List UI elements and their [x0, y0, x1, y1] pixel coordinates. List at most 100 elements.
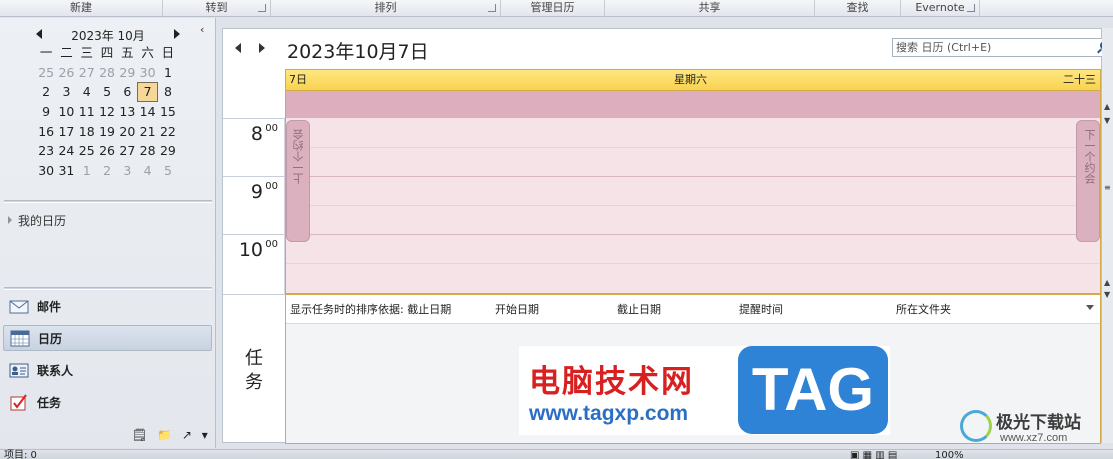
previous-appointment-button[interactable]: 上一个约会: [286, 120, 310, 242]
mini-calendar-day[interactable]: 23: [36, 141, 56, 161]
mini-calendar-day[interactable]: 7: [137, 82, 158, 103]
mail-icon: [9, 300, 29, 314]
time-column: 8 00 9 00 10 00: [223, 118, 285, 294]
ribbon-group-arrange[interactable]: 排列: [271, 0, 501, 17]
calendar-search-input[interactable]: 搜索 日历 (Ctrl+E): [892, 38, 1113, 57]
scroll-down-icon[interactable]: ▼: [1104, 290, 1110, 299]
mini-calendar-day[interactable]: 30: [36, 161, 56, 181]
mini-calendar-day[interactable]: 28: [137, 141, 157, 161]
mini-calendar-day[interactable]: 30: [137, 63, 157, 83]
mini-calendar-day[interactable]: 5: [158, 161, 178, 181]
ribbon-group-new[interactable]: 新建: [0, 0, 163, 17]
hour-line: [286, 234, 1100, 235]
corner-watermark-url: www.xz7.com: [1000, 432, 1068, 444]
ribbon-group-share[interactable]: 共享: [605, 0, 815, 17]
mini-calendar-day[interactable]: 3: [56, 82, 76, 102]
dialog-launcher-icon[interactable]: [258, 4, 266, 12]
day-header[interactable]: 7日 星期六 二十三: [285, 69, 1101, 91]
nav-item-calendar[interactable]: 日历: [3, 325, 212, 351]
mini-calendar-day[interactable]: 27: [77, 63, 97, 83]
mini-calendar-day[interactable]: 17: [56, 122, 76, 142]
scroll-thumb[interactable]: ≡: [1104, 183, 1111, 192]
mini-calendar-day[interactable]: 21: [137, 122, 157, 142]
task-column-start-date[interactable]: 开始日期: [495, 295, 539, 324]
scroll-up-icon[interactable]: ▲: [1104, 102, 1110, 111]
previous-day-icon[interactable]: [235, 43, 241, 53]
mini-calendar-day[interactable]: 22: [158, 122, 178, 142]
zoom-level[interactable]: 100%: [935, 450, 964, 459]
mini-calendar-day[interactable]: 26: [97, 141, 117, 161]
ribbon-group-find[interactable]: 查找: [815, 0, 901, 17]
mini-calendar-day[interactable]: 25: [77, 141, 97, 161]
vertical-scrollbar[interactable]: ▲ ▼ ≡ ▲ ▼: [1102, 28, 1113, 443]
prev-month-icon[interactable]: [36, 29, 42, 39]
task-column-due-date[interactable]: 截止日期: [617, 295, 661, 324]
mini-calendar-day[interactable]: 29: [158, 141, 178, 161]
mini-calendar-day[interactable]: 25: [36, 63, 56, 83]
mini-calendar-day[interactable]: 29: [117, 63, 137, 83]
mini-calendar-day[interactable]: 12: [97, 102, 117, 122]
mini-calendar-day[interactable]: 15: [158, 102, 178, 122]
mini-calendar-month: 2023年 10月: [71, 29, 145, 43]
scroll-up-icon[interactable]: ▲: [1104, 278, 1110, 287]
all-day-event-area[interactable]: [285, 91, 1101, 118]
mini-calendar-day[interactable]: 6: [117, 82, 137, 102]
mini-calendar-day[interactable]: 1: [77, 161, 97, 181]
hour-minutes: 00: [265, 123, 278, 134]
mini-calendar-day[interactable]: 3: [117, 161, 137, 181]
mini-calendar-day[interactable]: 10: [56, 102, 76, 122]
mini-calendar-day[interactable]: 14: [137, 102, 157, 122]
mini-calendar-day[interactable]: 26: [56, 63, 76, 83]
pane-divider[interactable]: [4, 200, 212, 203]
nav-item-mail[interactable]: 邮件: [3, 294, 212, 320]
mini-calendar-day[interactable]: 2: [36, 82, 56, 102]
watermark-url: www.tagxp.com: [529, 402, 689, 425]
mini-calendar-day[interactable]: 2: [97, 161, 117, 181]
notes-icon[interactable]: 🗒: [132, 428, 147, 442]
dialog-launcher-icon[interactable]: [967, 4, 975, 12]
mini-calendar-day[interactable]: 9: [36, 102, 56, 122]
ribbon-group-evernote[interactable]: Evernote: [901, 0, 980, 17]
expand-triangle-icon[interactable]: [8, 216, 12, 224]
configure-buttons-icon[interactable]: ▾: [202, 428, 208, 442]
nav-item-tasks[interactable]: 任务: [3, 390, 212, 416]
mini-calendar-day[interactable]: 31: [56, 161, 76, 181]
collapse-pane-icon[interactable]: ‹: [200, 23, 204, 36]
time-slot-grid[interactable]: 上一个约会 下一个约会: [285, 118, 1101, 294]
task-column-sort[interactable]: 显示任务时的排序依据: 截止日期: [290, 295, 451, 324]
dialog-launcher-icon[interactable]: [488, 4, 496, 12]
scroll-down-icon[interactable]: ▼: [1104, 116, 1110, 125]
mini-calendar-day[interactable]: 16: [36, 122, 56, 142]
mini-calendar-day[interactable]: 28: [97, 63, 117, 83]
pane-divider[interactable]: [4, 287, 212, 290]
mini-calendar-day[interactable]: 1: [158, 63, 178, 83]
next-month-icon[interactable]: [174, 29, 180, 39]
my-calendars-group[interactable]: 我的日历: [8, 212, 66, 229]
mini-calendar-day[interactable]: 19: [97, 122, 117, 142]
mini-calendar-day[interactable]: 24: [56, 141, 76, 161]
nav-item-contacts[interactable]: 联系人: [3, 358, 212, 384]
mini-calendar-day[interactable]: 13: [117, 102, 137, 122]
mini-calendar-day[interactable]: 11: [77, 102, 97, 122]
mini-calendar-day[interactable]: 27: [117, 141, 137, 161]
task-column-reminder[interactable]: 提醒时间: [739, 295, 783, 324]
folder-icon[interactable]: 📁: [157, 428, 172, 442]
hour-slot-label: 9 00: [223, 176, 285, 234]
chevron-down-icon[interactable]: [1086, 305, 1094, 310]
mini-calendar-day[interactable]: 4: [77, 82, 97, 102]
weekday-label: 六: [141, 45, 154, 60]
weekday-label: 五: [121, 45, 134, 60]
ribbon-group-goto[interactable]: 转到: [163, 0, 271, 17]
view-switcher[interactable]: ▣ ▦ ▥ ▤: [850, 450, 897, 459]
next-appointment-button[interactable]: 下一个约会: [1076, 120, 1100, 242]
mini-calendar-day[interactable]: 5: [97, 82, 117, 102]
day-number: 7日: [289, 73, 307, 86]
task-column-folder[interactable]: 所在文件夹: [896, 295, 951, 324]
mini-calendar-day[interactable]: 4: [137, 161, 157, 181]
mini-calendar-day[interactable]: 20: [117, 122, 137, 142]
ribbon-group-manage-calendars[interactable]: 管理日历: [501, 0, 605, 17]
mini-calendar-day[interactable]: 8: [158, 82, 178, 102]
next-day-icon[interactable]: [259, 43, 265, 53]
mini-calendar-day[interactable]: 18: [77, 122, 97, 142]
shortcut-icon[interactable]: ↗: [182, 428, 192, 442]
